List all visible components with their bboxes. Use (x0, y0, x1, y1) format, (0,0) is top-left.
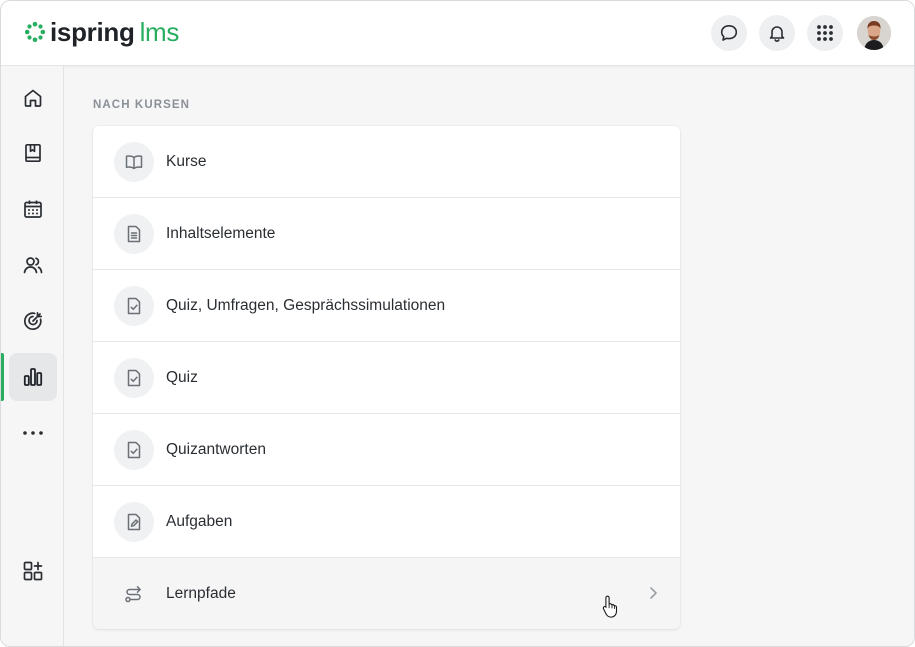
sidebar-item-goals[interactable] (9, 297, 57, 345)
checklist-icon (114, 429, 154, 470)
report-row-kurse[interactable]: Kurse (93, 126, 680, 198)
book-icon (22, 142, 44, 164)
checklist-icon (114, 357, 154, 398)
bell-icon (767, 23, 787, 43)
header-actions (699, 15, 891, 51)
notifications-button[interactable] (759, 15, 795, 51)
main-content: NACH KURSEN Kurse Inhaltselemente Quiz, … (64, 66, 914, 646)
sidebar-item-reports[interactable] (9, 353, 57, 401)
report-row-quizantworten[interactable]: Quizantworten (93, 414, 680, 486)
path-icon (114, 574, 154, 614)
more-icon (22, 430, 44, 436)
report-row-label: Kurse (166, 152, 207, 170)
user-avatar[interactable] (857, 16, 891, 50)
logo-text: ispring (50, 17, 135, 47)
sidebar-item-users[interactable] (9, 241, 57, 289)
users-icon (22, 254, 44, 276)
sidebar-item-home[interactable] (9, 74, 57, 122)
sidebar-item-more[interactable] (9, 409, 57, 457)
apps-button[interactable] (807, 15, 843, 51)
sidebar (1, 66, 64, 646)
report-row-label: Lernpfade (166, 584, 236, 602)
chat-icon (719, 23, 739, 43)
chevron-right-icon (648, 586, 658, 600)
sidebar-item-calendar[interactable] (9, 185, 57, 233)
report-row-inhaltselemente[interactable]: Inhaltselemente (93, 198, 680, 270)
hand-cursor-icon (602, 594, 620, 618)
logo-subtext: lms (139, 17, 180, 47)
report-row-label: Aufgaben (166, 512, 233, 530)
reports-icon (22, 366, 44, 388)
report-row-quiz-umfragen[interactable]: Quiz, Umfragen, Gesprächssimulationen (93, 270, 680, 342)
report-row-label: Quiz, Umfragen, Gesprächssimulationen (166, 296, 446, 314)
apps-grid-icon (816, 24, 834, 42)
report-row-label: Quiz (166, 368, 198, 386)
app-window: ispring lms NACH KURSEN Kurse Inhaltsele… (0, 0, 915, 647)
sidebar-item-add-widget[interactable] (9, 547, 57, 595)
sidebar-item-catalog[interactable] (9, 129, 57, 177)
checklist-icon (114, 285, 154, 326)
book-open-icon (114, 141, 154, 182)
top-bar: ispring lms (1, 1, 914, 66)
section-title: NACH KURSEN (93, 99, 191, 111)
add-widget-icon (22, 560, 44, 582)
report-row-quiz[interactable]: Quiz (93, 342, 680, 414)
calendar-icon (22, 198, 44, 220)
active-indicator (1, 353, 4, 401)
report-row-label: Quizantworten (166, 440, 266, 458)
logo[interactable]: ispring lms (24, 18, 179, 46)
report-row-label: Inhaltselemente (166, 224, 276, 242)
target-icon (22, 310, 44, 332)
home-icon (22, 87, 44, 109)
report-row-aufgaben[interactable]: Aufgaben (93, 486, 680, 558)
report-list-card: Kurse Inhaltselemente Quiz, Umfragen, Ge… (93, 126, 680, 629)
chat-button[interactable] (711, 15, 747, 51)
edit-document-icon (114, 501, 154, 542)
report-row-lernpfade[interactable]: Lernpfade (93, 558, 680, 629)
document-icon (114, 213, 154, 254)
logo-flower-icon (24, 21, 46, 43)
